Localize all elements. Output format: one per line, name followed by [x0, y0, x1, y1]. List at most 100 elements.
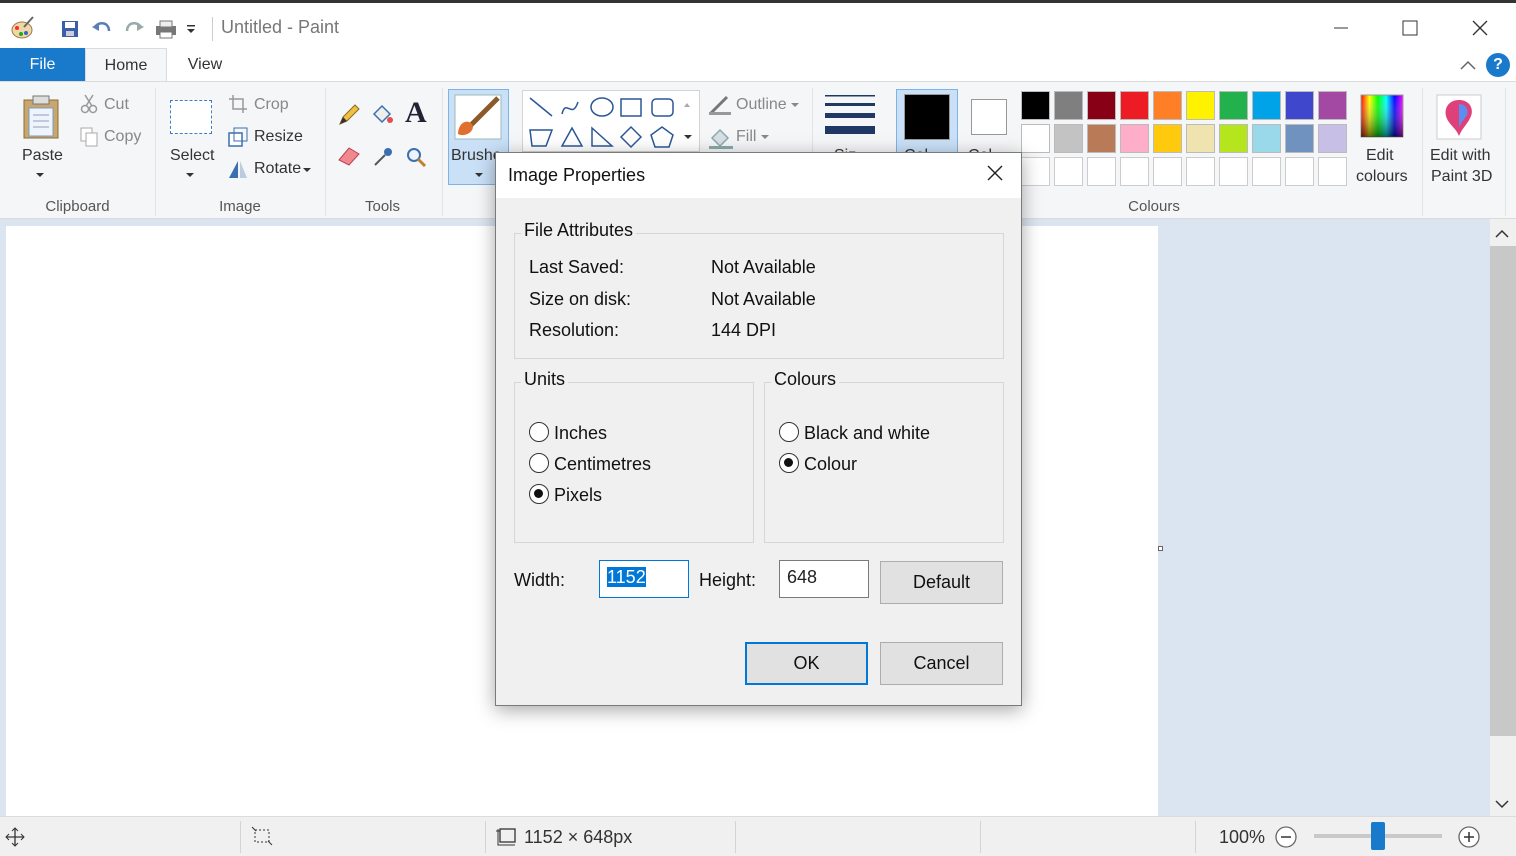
paste-dropdown-icon[interactable]: [36, 173, 44, 177]
colour-swatch[interactable]: [1054, 91, 1083, 120]
outline-dropdown-icon[interactable]: [791, 103, 799, 107]
height-input[interactable]: 648: [779, 560, 869, 598]
colour-swatch[interactable]: [1153, 91, 1182, 120]
tab-file[interactable]: File: [0, 48, 85, 82]
dialog-close-button[interactable]: [983, 163, 1007, 187]
edit-paint3d-line-2[interactable]: Paint 3D: [1431, 168, 1492, 186]
custom-colour-slot[interactable]: [1087, 157, 1116, 186]
custom-colour-slot[interactable]: [1021, 157, 1050, 186]
colour-swatch[interactable]: [1021, 124, 1050, 153]
radio-centimetres[interactable]: [529, 453, 549, 473]
crop-button[interactable]: Crop: [254, 96, 289, 114]
radio-centimetres-label[interactable]: Centimetres: [554, 454, 651, 475]
colour-swatch[interactable]: [1087, 124, 1116, 153]
print-icon[interactable]: [152, 17, 180, 41]
colour-swatch[interactable]: [1186, 91, 1215, 120]
scroll-down-icon[interactable]: [1494, 796, 1510, 812]
colour-swatch[interactable]: [1219, 124, 1248, 153]
edit-colours-line-1[interactable]: Edit: [1366, 147, 1394, 165]
fill-icon[interactable]: [708, 126, 734, 150]
fill-dropdown-icon[interactable]: [761, 135, 769, 139]
colour-swatch[interactable]: [1153, 124, 1182, 153]
zoom-in-icon[interactable]: [1457, 825, 1481, 849]
shapes-scroll-up-icon[interactable]: [684, 103, 690, 107]
edit-paint3d-line-1[interactable]: Edit with: [1430, 147, 1490, 165]
custom-colour-slot[interactable]: [1318, 157, 1347, 186]
collapse-ribbon-icon[interactable]: [1458, 56, 1478, 74]
fill-bucket-icon[interactable]: [370, 104, 394, 126]
custom-colour-slot[interactable]: [1186, 157, 1215, 186]
radio-inches-label[interactable]: Inches: [554, 423, 607, 444]
brushes-dropdown-icon[interactable]: [475, 173, 483, 177]
radio-pixels-label[interactable]: Pixels: [554, 485, 602, 506]
custom-colour-slot[interactable]: [1285, 157, 1314, 186]
width-input[interactable]: 1152: [599, 560, 689, 598]
radio-pixels[interactable]: [529, 484, 549, 504]
colour-swatch[interactable]: [1120, 91, 1149, 120]
shapes-more-icon[interactable]: [684, 135, 692, 139]
tab-view[interactable]: View: [167, 48, 243, 82]
colour-swatch[interactable]: [1054, 124, 1083, 153]
paint-app-icon[interactable]: [10, 15, 36, 41]
tab-home[interactable]: Home: [85, 48, 167, 82]
select-dropdown-icon[interactable]: [186, 173, 194, 177]
colour-swatch[interactable]: [1318, 91, 1347, 120]
select-button[interactable]: Select: [170, 147, 214, 165]
text-tool-icon[interactable]: A: [405, 96, 427, 130]
cut-button[interactable]: Cut: [104, 96, 129, 114]
ok-button[interactable]: OK: [745, 642, 868, 685]
colour-swatch[interactable]: [1219, 91, 1248, 120]
colour-swatch[interactable]: [1285, 124, 1314, 153]
default-button[interactable]: Default: [880, 561, 1003, 604]
crop-icon[interactable]: [228, 94, 248, 114]
radio-colour-label[interactable]: Colour: [804, 454, 857, 475]
custom-colour-slot[interactable]: [1219, 157, 1248, 186]
edit-colours-line-2[interactable]: colours: [1356, 168, 1408, 186]
close-window-button[interactable]: [1457, 7, 1503, 49]
help-icon[interactable]: ?: [1486, 53, 1510, 77]
customize-quick-access-icon[interactable]: [180, 17, 202, 41]
pencil-icon[interactable]: [338, 104, 360, 126]
fill-button[interactable]: Fill: [736, 128, 756, 146]
save-icon[interactable]: [56, 17, 84, 41]
edit-colours-icon[interactable]: [1360, 94, 1404, 138]
shapes-icons[interactable]: [526, 94, 686, 150]
zoom-out-icon[interactable]: [1274, 825, 1298, 849]
outline-icon[interactable]: [708, 94, 732, 116]
paste-icon[interactable]: [22, 94, 60, 140]
colour-picker-icon[interactable]: [372, 146, 394, 168]
colour-swatch[interactable]: [1087, 91, 1116, 120]
colour-swatch[interactable]: [1318, 124, 1347, 153]
scroll-up-icon[interactable]: [1494, 226, 1510, 242]
canvas-resize-handle[interactable]: [1158, 546, 1163, 551]
copy-icon[interactable]: [80, 127, 98, 147]
zoom-slider-thumb[interactable]: [1371, 822, 1385, 850]
custom-colour-slot[interactable]: [1252, 157, 1281, 186]
radio-black-and-white-label[interactable]: Black and white: [804, 423, 930, 444]
custom-colour-slot[interactable]: [1153, 157, 1182, 186]
copy-button[interactable]: Copy: [104, 128, 141, 146]
eraser-icon[interactable]: [337, 146, 361, 166]
resize-button[interactable]: Resize: [254, 128, 303, 146]
rotate-dropdown-icon[interactable]: [303, 168, 311, 172]
paste-button[interactable]: Paste: [22, 147, 63, 165]
custom-colour-slot[interactable]: [1120, 157, 1149, 186]
cut-icon[interactable]: [80, 94, 98, 114]
colour-swatch[interactable]: [1252, 124, 1281, 153]
rotate-icon[interactable]: [228, 159, 248, 179]
rotate-button[interactable]: Rotate: [254, 160, 301, 178]
colour-swatch[interactable]: [1186, 124, 1215, 153]
colour-2-swatch[interactable]: [971, 99, 1007, 135]
colour-swatch[interactable]: [1120, 124, 1149, 153]
redo-icon[interactable]: [120, 17, 148, 41]
minimize-button[interactable]: [1318, 7, 1364, 49]
size-icon[interactable]: [825, 95, 875, 135]
maximize-button[interactable]: [1387, 7, 1433, 49]
vertical-scrollbar-thumb[interactable]: [1490, 246, 1516, 736]
colour-swatch[interactable]: [1285, 91, 1314, 120]
radio-inches[interactable]: [529, 422, 549, 442]
magnifier-icon[interactable]: [405, 146, 427, 168]
radio-black-and-white[interactable]: [779, 422, 799, 442]
custom-colour-slot[interactable]: [1054, 157, 1083, 186]
radio-colour[interactable]: [779, 453, 799, 473]
